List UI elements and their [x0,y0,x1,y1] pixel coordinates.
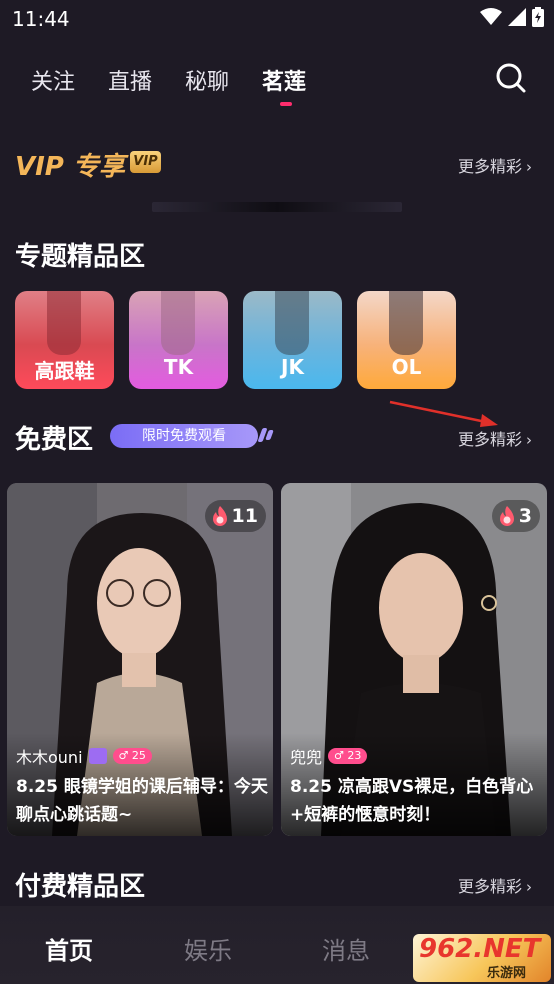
video-title-line2[interactable]: +短裤的惬意时刻！ [290,801,548,829]
bottom-tab-home[interactable]: 首页 [45,931,93,966]
top-nav: 关注 直播 秘聊 茗莲 [0,56,554,106]
heat-count: 3 [518,505,532,527]
free-pill-badge: 限时免费观看 [110,424,258,448]
search-icon[interactable] [495,62,527,94]
author-row: 木木ouni ♂ 25 [16,744,152,768]
video-title-line1[interactable]: 8.25 凉高跟VS裸足，白色背心 [290,773,548,801]
status-bar: 11:44 [0,0,554,38]
level-value: 25 [131,749,146,762]
vip-section-title: VIP 专享 [15,152,125,182]
avatar-icon [88,748,107,764]
bottom-tab-entertainment[interactable]: 娱乐 [184,931,232,966]
pill-decoration [265,430,274,440]
tab-follow[interactable]: 关注 [31,64,75,96]
topic-thumbnail [161,291,195,355]
video-title-line2[interactable]: 聊点心跳话题~ [16,801,274,829]
signal-icon [508,8,526,26]
tab-minglian[interactable]: 茗莲 [262,64,306,96]
topic-label: 高跟鞋 [34,359,95,383]
free-more-label: 更多精彩 [458,430,523,449]
watermark-logo: 962.NET 乐游网 [413,934,551,982]
free-more-link[interactable]: 更多精彩 › [458,426,532,450]
status-icons [480,7,544,27]
heat-badge: 3 [491,500,540,532]
level-value: 23 [347,749,362,762]
status-time: 11:44 [12,7,70,31]
chevron-right-icon: › [526,431,533,449]
flame-icon [212,506,227,526]
author-name[interactable]: 兜兜 [290,744,322,768]
topic-label: OL [391,355,422,379]
topic-thumbnail [389,291,423,355]
heat-count: 11 [231,505,258,527]
topic-card-jk[interactable]: JK [243,291,342,389]
paid-section-title: 付费精品区 [15,872,146,902]
paid-more-label: 更多精彩 [458,877,523,896]
topic-card-high-heels[interactable]: 高跟鞋 [15,291,114,389]
level-badge: ♂ 25 [112,748,152,764]
topic-card-tk[interactable]: TK [129,291,228,389]
topic-label: TK [163,355,194,379]
vip-badge: VIP [130,151,161,173]
vip-more-label: 更多精彩 [458,157,523,176]
free-section-title: 免费区 [15,425,94,455]
vip-banner[interactable] [152,202,402,212]
tab-live[interactable]: 直播 [108,64,152,96]
topic-card-ol[interactable]: OL [357,291,456,389]
flame-icon [499,506,514,526]
watermark-big: 962.NET [419,934,541,964]
topic-thumbnail [47,291,81,355]
bottom-tab-messages[interactable]: 消息 [322,931,370,966]
author-row: 兜兜 ♂ 23 [290,744,368,768]
watermark-small: 乐游网 [487,966,527,981]
tab-private-chat[interactable]: 秘聊 [185,64,229,96]
vip-more-link[interactable]: 更多精彩 › [458,153,532,177]
paid-more-link[interactable]: 更多精彩 › [458,873,532,897]
topics-section-title: 专题精品区 [15,242,146,272]
topic-thumbnail [275,291,309,355]
level-badge: ♂ 23 [328,748,368,764]
author-name[interactable]: 木木ouni [16,744,83,768]
chevron-right-icon: › [526,878,533,896]
active-tab-indicator [280,102,292,106]
heat-badge: 11 [204,500,266,532]
wifi-icon [480,8,502,25]
chevron-right-icon: › [526,158,533,176]
red-arrow-annotation [389,400,498,427]
topic-label: JK [281,355,304,379]
battery-icon [532,7,544,27]
video-title-line1[interactable]: 8.25 眼镜学姐的课后辅导：今天 [16,773,274,801]
